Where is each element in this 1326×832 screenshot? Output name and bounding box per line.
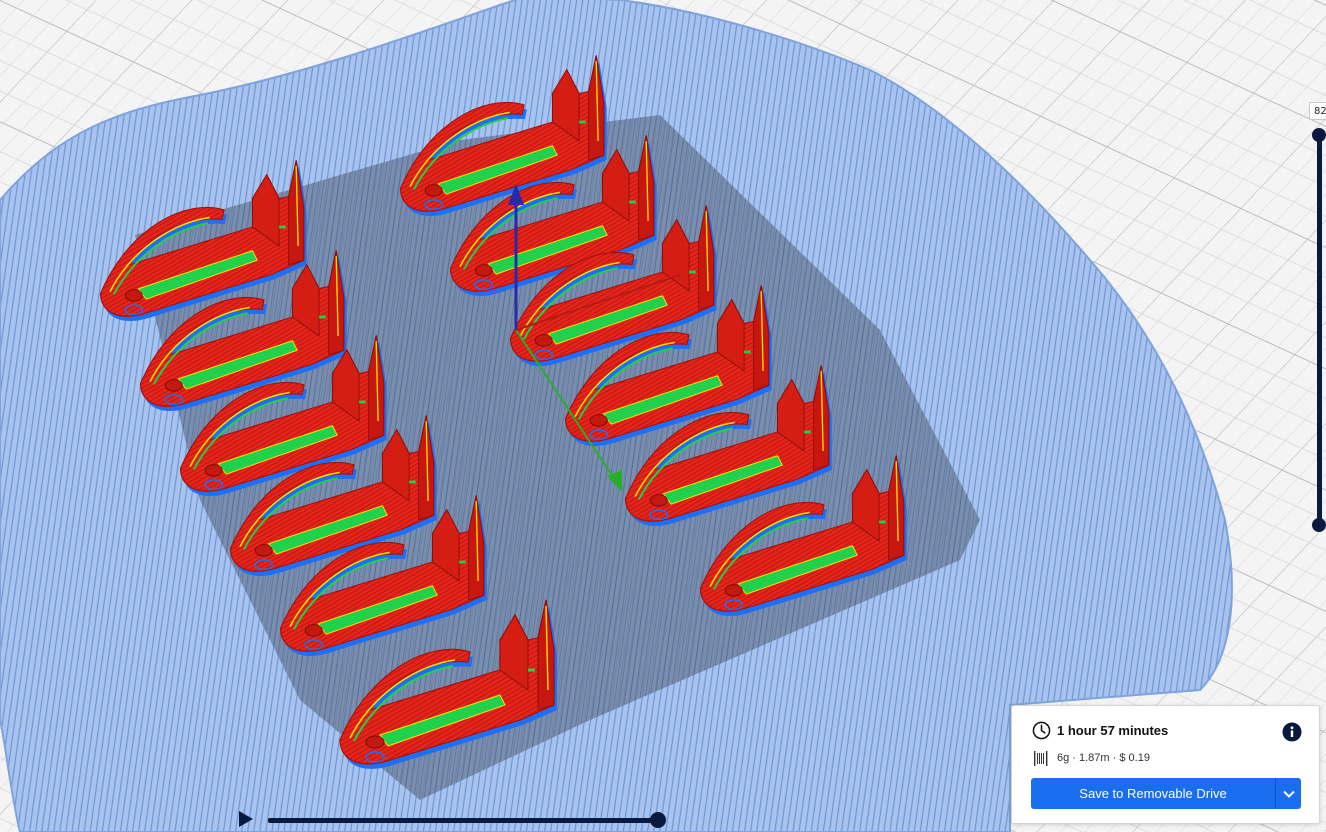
save-to-removable-drive-button[interactable]: Save to Removable Drive [1031,778,1275,809]
layer-slider-track[interactable] [1317,135,1322,527]
estimated-print-time: 1 hour 57 minutes [1057,723,1169,738]
filament-spool-icon [1034,751,1048,766]
path-slider-track[interactable] [268,818,660,823]
layer-slider-top-handle[interactable] [1312,128,1326,142]
clock-icon [1032,721,1051,740]
layer-slider-bottom-handle[interactable] [1312,518,1326,532]
play-simulation-button[interactable] [239,811,253,827]
current-layer-label: 82 [1309,102,1326,120]
print-info-panel: 1 hour 57 minutes 6g · 1.87m · $ 0.19 Sa… [1011,705,1320,824]
info-icon[interactable] [1282,722,1302,742]
material-usage-summary: 6g · 1.87m · $ 0.19 [1057,752,1150,764]
path-slider-handle[interactable] [650,812,666,828]
chevron-down-icon [1282,790,1295,798]
save-options-dropdown[interactable] [1276,778,1301,809]
